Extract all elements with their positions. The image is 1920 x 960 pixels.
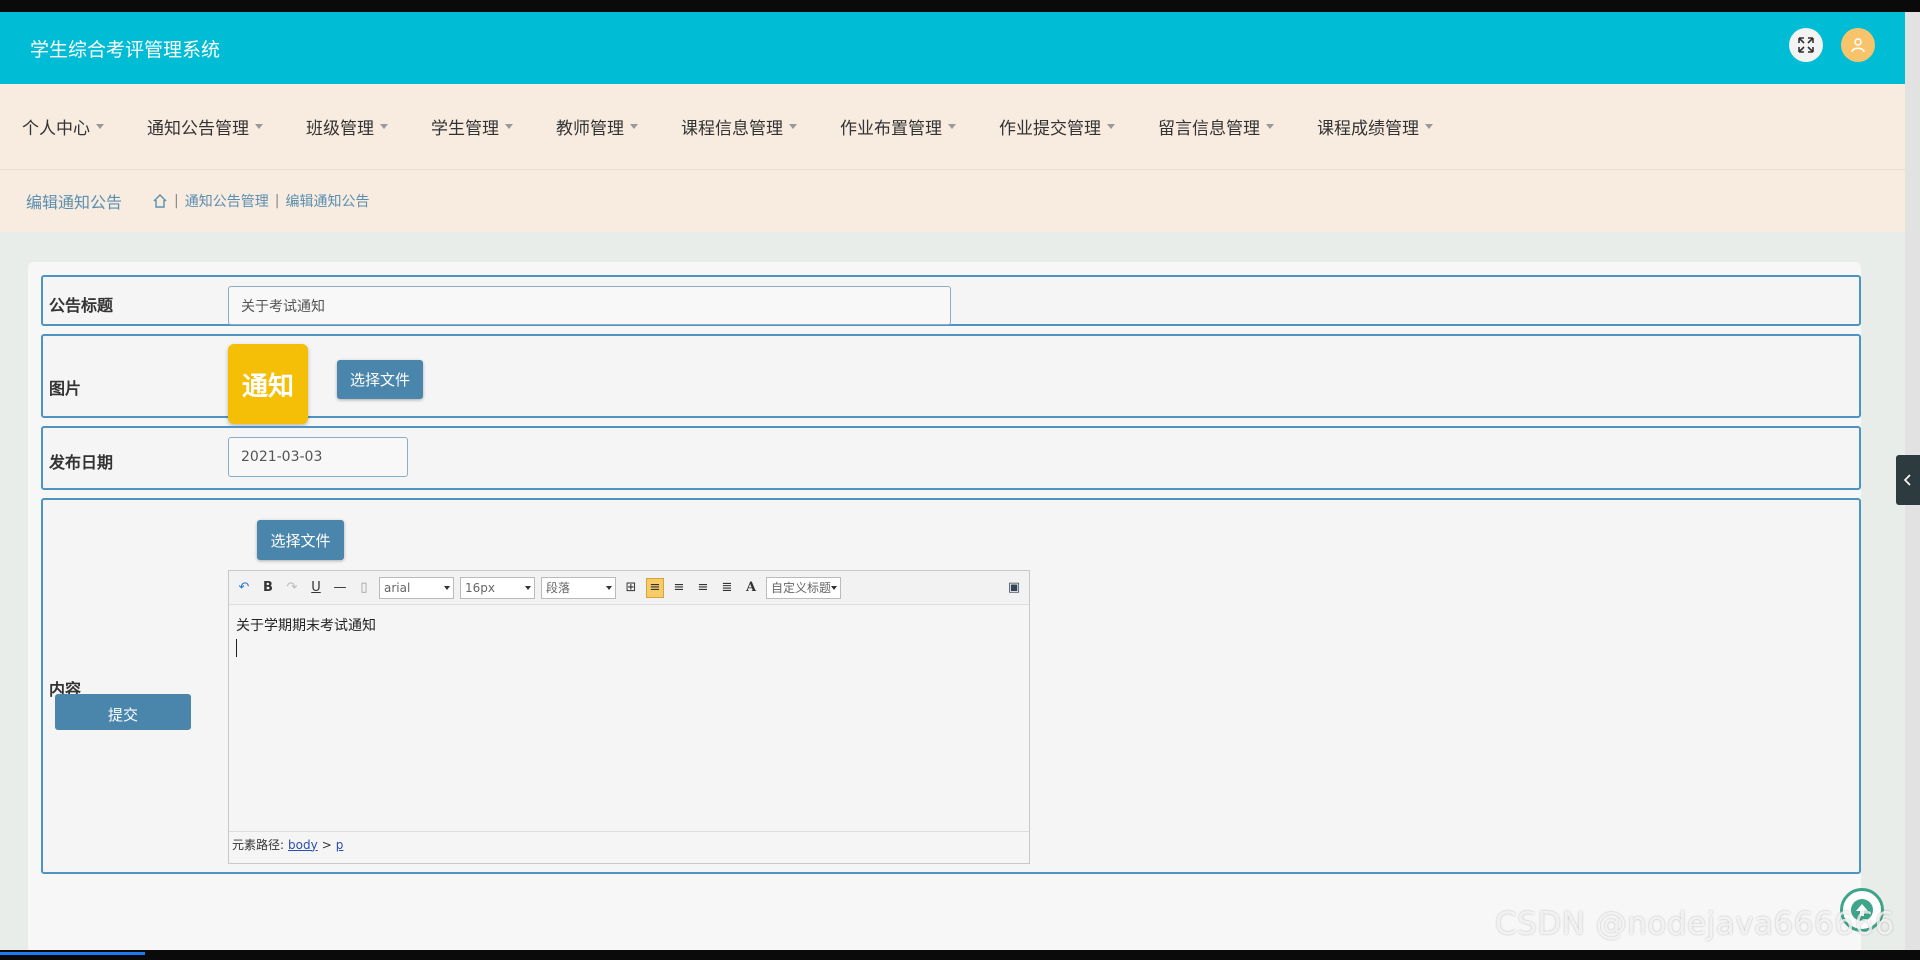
editor-statusbar: 元素路径: body > p bbox=[229, 831, 1029, 857]
caret-down-icon bbox=[255, 124, 263, 129]
dropdown-arrow-icon bbox=[444, 585, 450, 590]
app-title: 学生综合考评管理系统 bbox=[30, 38, 221, 61]
caret-down-icon bbox=[948, 124, 956, 129]
caret-down-icon bbox=[1425, 124, 1433, 129]
title-label: 公告标题 bbox=[49, 296, 114, 315]
element-path-p-link[interactable]: p bbox=[336, 838, 344, 852]
text-cursor bbox=[236, 639, 237, 657]
form-row-content: 内容 选择文件 ↶ B ↷ U — ▯ arial 16px 段落 ⊞ ≡ ≡ … bbox=[41, 498, 1861, 874]
home-icon[interactable] bbox=[152, 193, 168, 209]
nav-item-student-management[interactable]: 学生管理 bbox=[431, 114, 513, 139]
page-title: 编辑通知公告 bbox=[26, 193, 123, 212]
caret-down-icon bbox=[505, 124, 513, 129]
caret-down-icon bbox=[630, 124, 638, 129]
align-left-icon[interactable]: ≡ bbox=[646, 577, 664, 598]
undo-icon[interactable]: ↶ bbox=[235, 578, 253, 598]
chevron-left-icon bbox=[1903, 474, 1911, 486]
form-card: 公告标题 关于考试通知 图片 通知 选择文件 发布日期 2021-03-03 内… bbox=[28, 262, 1861, 960]
breadcrumb: | 通知公告管理 | 编辑通知公告 bbox=[152, 191, 369, 211]
horizontal-rule-icon[interactable]: — bbox=[331, 578, 349, 598]
editor-paragraph: 关于学期期末考试通知 bbox=[236, 618, 376, 634]
choose-content-file-button[interactable]: 选择文件 bbox=[257, 520, 344, 560]
user-icon bbox=[1851, 38, 1865, 53]
csdn-watermark: CSDN @nodejava666666 bbox=[1495, 906, 1895, 942]
breadcrumb-bar: 编辑通知公告 | 通知公告管理 | 编辑通知公告 bbox=[0, 170, 1905, 232]
breadcrumb-current: 编辑通知公告 bbox=[285, 194, 370, 210]
nav-item-homework-submit-management[interactable]: 作业提交管理 bbox=[999, 114, 1115, 139]
custom-heading-select[interactable]: 自定义标题 bbox=[766, 576, 841, 599]
font-color-icon[interactable]: A bbox=[742, 578, 760, 598]
redo-icon[interactable]: ↷ bbox=[283, 578, 301, 598]
caret-down-icon bbox=[380, 124, 388, 129]
underline-icon[interactable]: U bbox=[307, 578, 325, 598]
font-family-select[interactable]: arial bbox=[379, 576, 454, 599]
choose-image-file-button[interactable]: 选择文件 bbox=[337, 360, 423, 399]
nav-item-course-grade-management[interactable]: 课程成绩管理 bbox=[1317, 114, 1433, 139]
paste-plain-icon[interactable]: ▯ bbox=[355, 578, 373, 598]
nav-item-notice-management[interactable]: 通知公告管理 bbox=[147, 114, 263, 139]
align-right-icon[interactable]: ≡ bbox=[670, 578, 688, 598]
nav-item-teacher-management[interactable]: 教师管理 bbox=[556, 114, 638, 139]
source-code-icon[interactable]: ▣ bbox=[1005, 578, 1023, 598]
caret-down-icon bbox=[1107, 124, 1115, 129]
nav-item-course-info-management[interactable]: 课程信息管理 bbox=[681, 114, 797, 139]
main-nav: 个人中心 通知公告管理 班级管理 学生管理 教师管理 课程信息管理 作业布置管理… bbox=[0, 84, 1905, 170]
header-actions bbox=[1789, 28, 1875, 62]
element-path-label: 元素路径: bbox=[232, 838, 285, 852]
nav-item-homework-assign-management[interactable]: 作业布置管理 bbox=[840, 114, 956, 139]
table-icon[interactable]: ⊞ bbox=[622, 578, 640, 598]
notice-image-thumbnail[interactable]: 通知 bbox=[228, 344, 308, 424]
date-input[interactable]: 2021-03-03 bbox=[228, 437, 408, 477]
breadcrumb-separator: | bbox=[174, 193, 179, 209]
loading-progress-bar bbox=[0, 952, 145, 955]
form-row-title: 公告标题 关于考试通知 bbox=[41, 275, 1861, 326]
bold-icon[interactable]: B bbox=[259, 578, 277, 598]
side-panel-toggle[interactable] bbox=[1896, 455, 1920, 505]
element-path-separator: > bbox=[321, 837, 332, 852]
image-label: 图片 bbox=[49, 379, 82, 398]
date-label: 发布日期 bbox=[49, 453, 114, 472]
form-row-date: 发布日期 2021-03-03 bbox=[41, 426, 1861, 490]
breadcrumb-link-notice-management[interactable]: 通知公告管理 bbox=[185, 191, 269, 211]
dropdown-arrow-icon bbox=[525, 585, 531, 590]
top-header: 学生综合考评管理系统 bbox=[0, 12, 1905, 84]
bottom-strip bbox=[0, 950, 1920, 960]
caret-down-icon bbox=[96, 124, 104, 129]
form-row-image: 图片 通知 选择文件 bbox=[41, 334, 1861, 424]
user-avatar-button[interactable] bbox=[1841, 28, 1875, 62]
paragraph-select[interactable]: 段落 bbox=[541, 576, 616, 599]
submit-button[interactable]: 提交 bbox=[55, 694, 191, 730]
title-input[interactable]: 关于考试通知 bbox=[228, 286, 951, 325]
element-path-body-link[interactable]: body bbox=[288, 838, 318, 852]
breadcrumb-separator: | bbox=[274, 193, 280, 209]
dropdown-arrow-icon bbox=[831, 585, 837, 590]
nav-item-class-management[interactable]: 班级管理 bbox=[306, 114, 388, 139]
rich-text-editor: ↶ B ↷ U — ▯ arial 16px 段落 ⊞ ≡ ≡ ≡ ≣ A 自定… bbox=[228, 570, 1030, 864]
editor-content-area[interactable]: 关于学期期末考试通知 bbox=[229, 605, 1029, 831]
font-size-select[interactable]: 16px bbox=[460, 576, 535, 599]
nav-item-message-management[interactable]: 留言信息管理 bbox=[1158, 114, 1274, 139]
content-area: 公告标题 关于考试通知 图片 通知 选择文件 发布日期 2021-03-03 内… bbox=[0, 232, 1905, 960]
editor-toolbar: ↶ B ↷ U — ▯ arial 16px 段落 ⊞ ≡ ≡ ≡ ≣ A 自定… bbox=[229, 571, 1029, 605]
fullscreen-button[interactable] bbox=[1789, 28, 1823, 62]
align-center-icon[interactable]: ≡ bbox=[694, 578, 712, 598]
align-justify-icon[interactable]: ≣ bbox=[718, 578, 736, 598]
nav-item-personal-center[interactable]: 个人中心 bbox=[22, 114, 104, 139]
dropdown-arrow-icon bbox=[606, 585, 612, 590]
fullscreen-icon bbox=[1798, 37, 1814, 53]
caret-down-icon bbox=[1266, 124, 1274, 129]
caret-down-icon bbox=[789, 124, 797, 129]
